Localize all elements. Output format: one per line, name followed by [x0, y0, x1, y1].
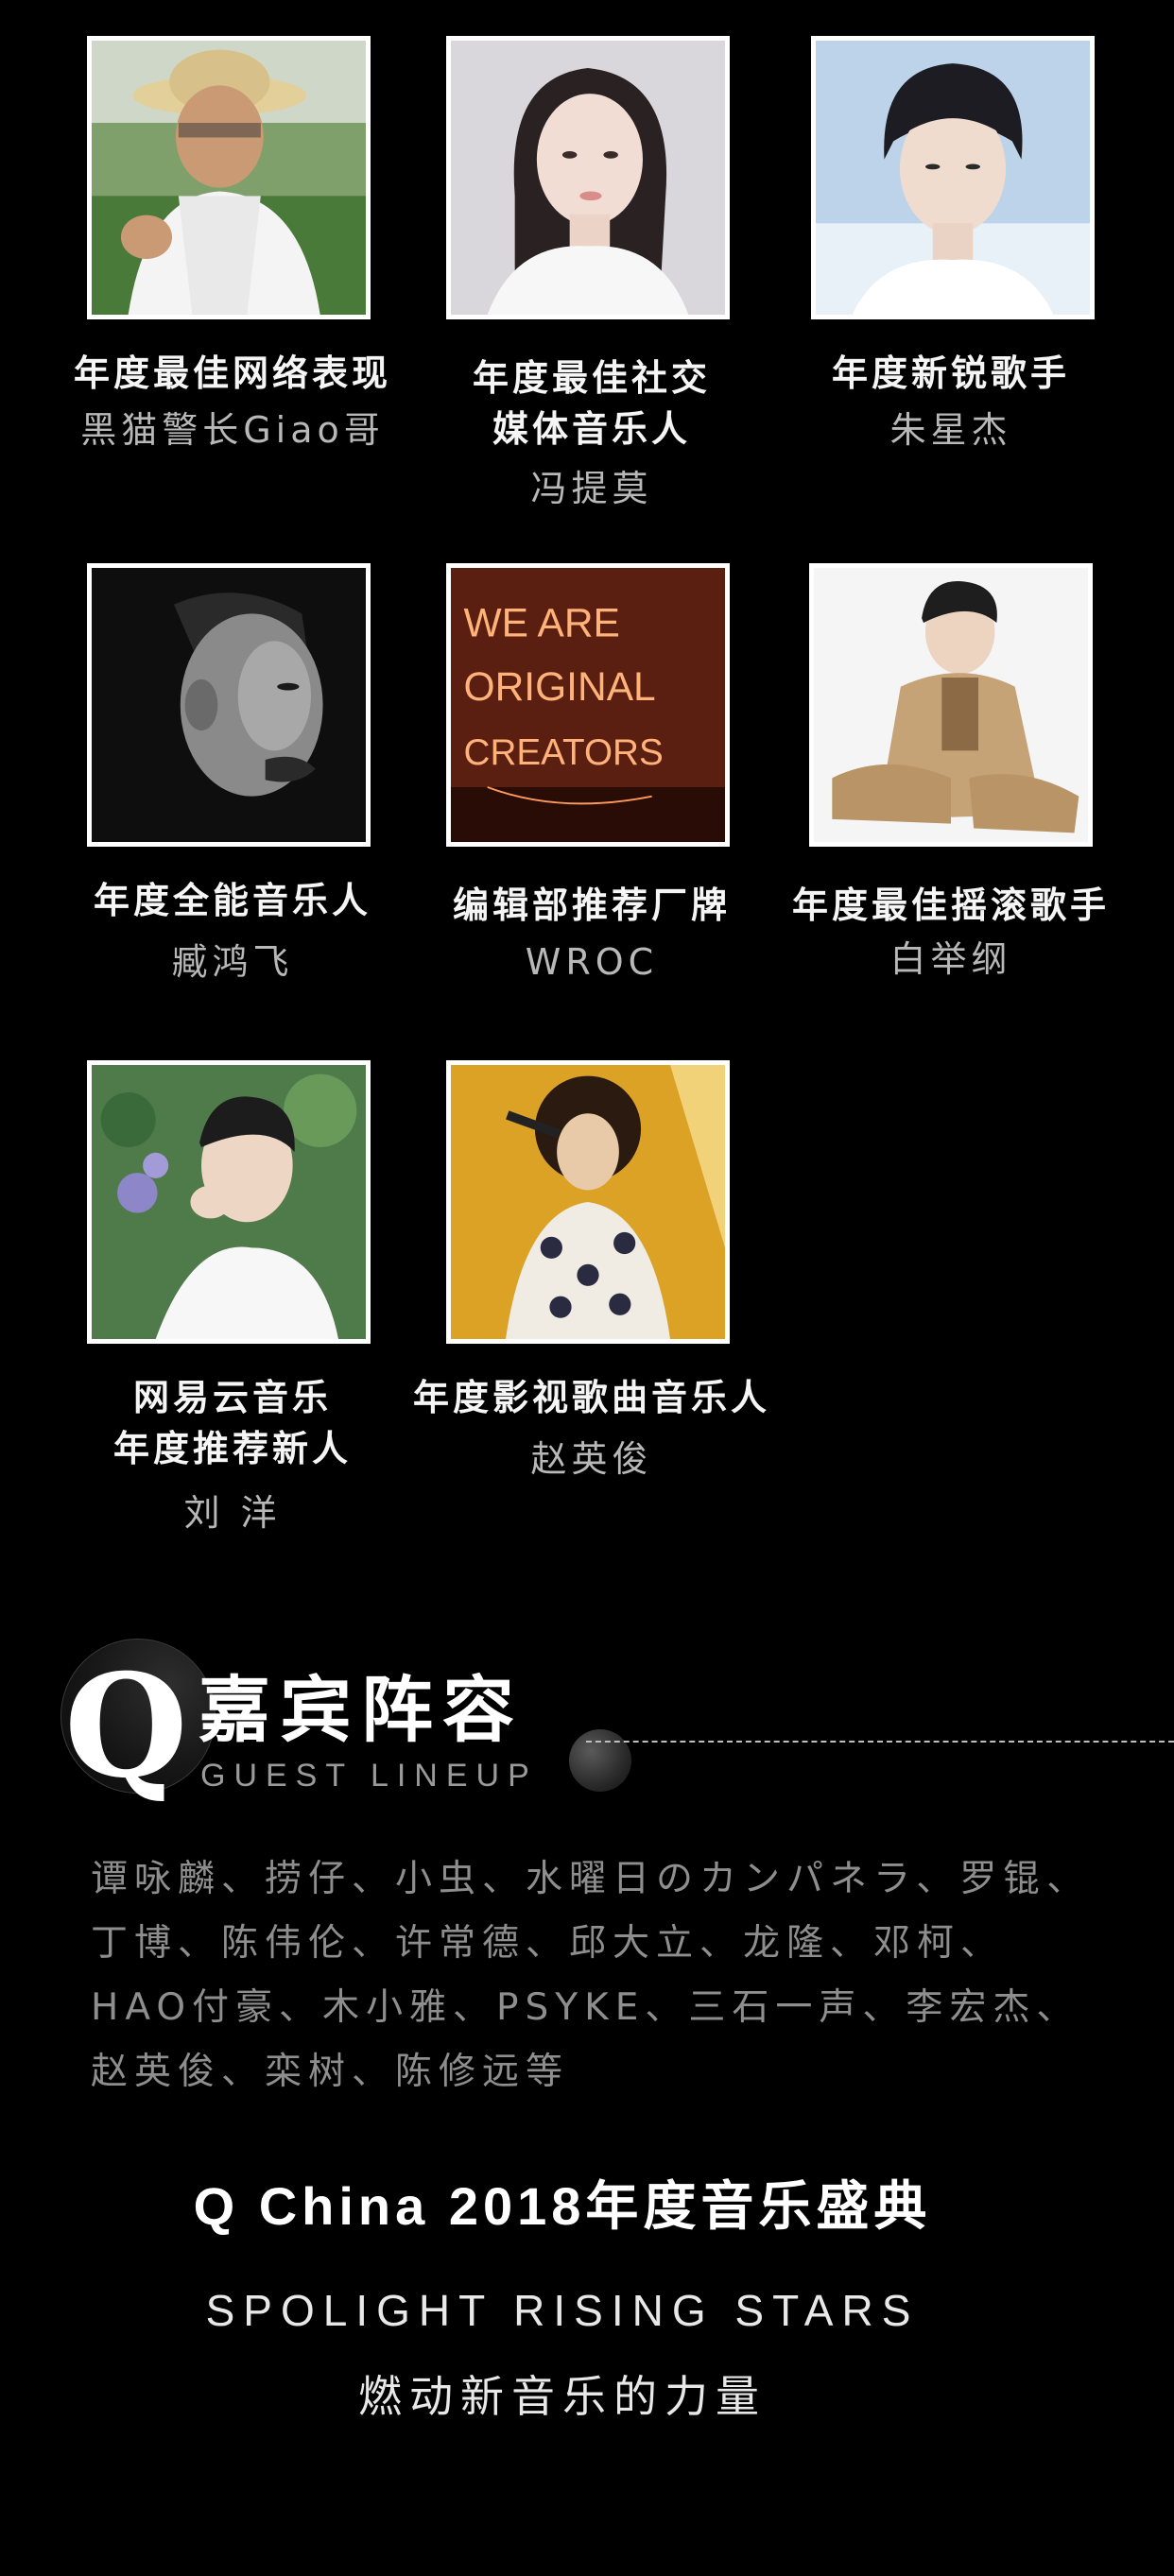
- section-subtitle: GUEST LINEUP: [200, 1758, 538, 1794]
- award-winner-name: 白举纲: [889, 938, 1012, 980]
- award-title: 年度最佳社交 媒体音乐人: [472, 357, 711, 450]
- award-title: 年度最佳网络表现: [73, 352, 391, 394]
- slogan-english: SPOLIGHT RISING STARS: [205, 2286, 920, 2335]
- man-trench-coat-photo: [814, 568, 1088, 842]
- award-photo: [809, 563, 1093, 847]
- neon-sign-photo: WE ARE ORIGINAL CREATORS: [451, 568, 725, 842]
- award-winner-name: 臧鸿飞: [171, 941, 294, 983]
- award-winner-name: WROC: [525, 941, 659, 983]
- award-photo: [87, 563, 371, 847]
- q-logo: Q: [64, 1643, 188, 1810]
- guest-list-line: 赵英俊、栾树、陈修远等: [91, 2051, 570, 2093]
- guest-list-line: 谭咏麟、捞仔、小虫、水曜日のカンパネラ、罗锟、: [91, 1858, 1091, 1900]
- award-title: 编辑部推荐厂牌: [452, 884, 731, 926]
- singer-stage-photo: [451, 1065, 725, 1339]
- award-winner-name: 冯提莫: [530, 468, 653, 509]
- award-photo: [446, 1060, 730, 1344]
- award-card: 年度最佳网络表现 黑猫警长Giao哥: [34, 36, 431, 471]
- award-card: 年度全能音乐人 臧鸿飞: [34, 563, 431, 998]
- woman-portrait-photo: [451, 41, 725, 315]
- award-card: 年度新锐歌手 朱星杰: [752, 36, 1149, 471]
- award-title: 网易云音乐 年度推荐新人: [112, 1377, 352, 1469]
- guest-lineup-header: Q 嘉宾阵容 GUEST LINEUP: [57, 1635, 1174, 1805]
- dashed-divider: [586, 1741, 1174, 1743]
- award-title: 年度影视歌曲音乐人: [412, 1377, 770, 1418]
- award-winner-name: 赵英俊: [530, 1438, 653, 1480]
- neon-line-2: ORIGINAL: [464, 664, 656, 710]
- award-title: 年度新锐歌手: [831, 352, 1070, 394]
- award-card: WE ARE ORIGINAL CREATORS 编辑部推荐厂牌 WROC: [393, 563, 790, 998]
- man-flowers-photo: [92, 1065, 366, 1339]
- section-title: 嘉宾阵容: [199, 1668, 524, 1752]
- young-man-blue-photo: [816, 41, 1090, 315]
- award-photo: WE ARE ORIGINAL CREATORS: [446, 563, 730, 847]
- award-title: 年度全能音乐人: [93, 880, 371, 921]
- guest-list-line: HAO付豪、木小雅、PSYKE、三石一声、李宏杰、: [91, 1986, 1080, 2029]
- guest-list-line: 丁博、陈伟伦、许常德、邱大立、龙隆、邓柯、: [91, 1922, 1005, 1965]
- award-winner-name: 黑猫警长Giao哥: [80, 409, 385, 451]
- award-card: 年度影视歌曲音乐人 赵英俊: [393, 1060, 790, 1495]
- award-photo: [87, 1060, 371, 1344]
- award-card: 年度最佳社交 媒体音乐人 冯提莫: [393, 36, 790, 527]
- award-photo: [87, 36, 371, 319]
- award-card: 网易云音乐 年度推荐新人 刘 洋: [34, 1060, 431, 1552]
- neon-line-3: CREATORS: [464, 732, 664, 773]
- slogan-chinese: 燃动新音乐的力量: [358, 2371, 767, 2422]
- neon-line-1: WE ARE: [464, 601, 620, 646]
- guest-list: 谭咏麟、捞仔、小虫、水曜日のカンパネラ、罗锟、 丁博、陈伟伦、许常德、邱大立、龙…: [91, 1847, 1131, 2104]
- award-photo: [811, 36, 1095, 319]
- award-title: 年度最佳摇滚歌手: [791, 884, 1110, 926]
- bw-man-profile-photo: [92, 568, 366, 842]
- man-straw-hat-photo: [92, 41, 366, 315]
- award-card: 年度最佳摇滚歌手 白举纲: [752, 563, 1149, 998]
- award-winner-name: 刘 洋: [183, 1492, 282, 1534]
- event-title: Q China 2018年度音乐盛典: [193, 2176, 932, 2236]
- award-photo: [446, 36, 730, 319]
- decorative-dot: [569, 1729, 631, 1792]
- award-winner-name: 朱星杰: [889, 409, 1012, 451]
